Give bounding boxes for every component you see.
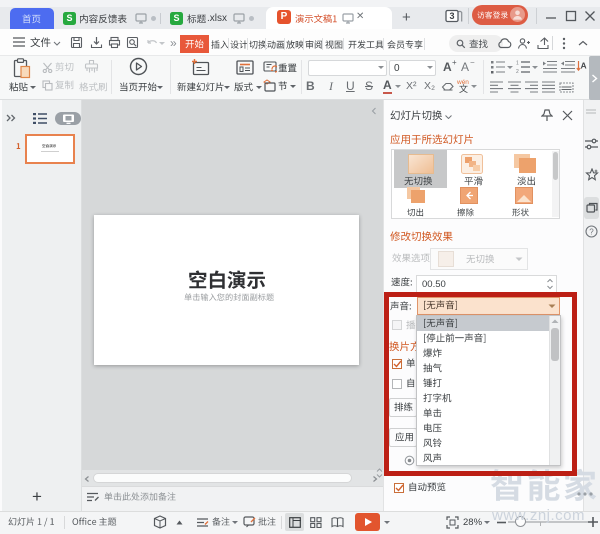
svg-text:?: ? <box>589 228 594 237</box>
svg-text:A: A <box>581 61 587 71</box>
svg-text:文: 文 <box>459 83 468 93</box>
svg-text:3: 3 <box>449 11 454 21</box>
svg-text:2: 2 <box>516 69 519 74</box>
svg-text:1: 1 <box>516 61 519 67</box>
